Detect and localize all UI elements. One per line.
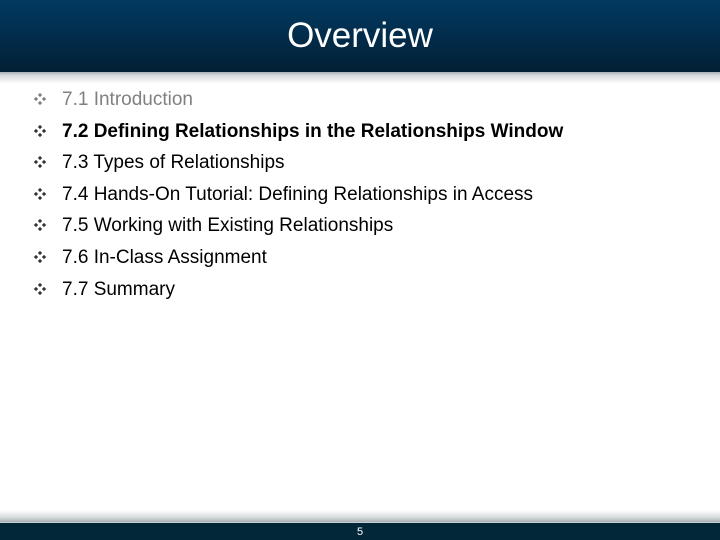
four-diamond-bullet-icon	[34, 251, 46, 263]
agenda-item-label: 7.4 Hands-On Tutorial: Defining Relation…	[62, 184, 534, 205]
agenda-item-label: 7.7 Summary	[62, 279, 175, 300]
agenda-item: 7.1 Introduction	[0, 84, 720, 114]
four-diamond-bullet-icon	[34, 219, 46, 231]
agenda-item: 7.7 Summary	[0, 274, 720, 304]
agenda-item-label: 7.5 Working with Existing Relationships	[62, 215, 394, 236]
agenda-item: 7.5 Working with Existing Relationships	[0, 210, 720, 240]
agenda-item: 7.6 In-Class Assignment	[0, 242, 720, 272]
agenda-item: 7.2 Defining Relationships in the Relati…	[0, 116, 720, 146]
agenda-item-label: 7.1 Introduction	[62, 89, 193, 110]
slide-footer: 5	[0, 522, 720, 540]
four-diamond-bullet-icon	[34, 156, 46, 168]
agenda-item-label: 7.2 Defining Relationships in the Relati…	[62, 121, 564, 142]
agenda-item-label: 7.6 In-Class Assignment	[62, 247, 267, 268]
agenda-item: 7.3 Types of Relationships	[0, 147, 720, 177]
footer-divider	[0, 510, 720, 522]
four-diamond-bullet-icon	[34, 125, 46, 137]
slide-title: Overview	[287, 16, 433, 55]
page-number: 5	[356, 526, 364, 538]
four-diamond-bullet-icon	[34, 283, 46, 295]
agenda-item: 7.4 Hands-On Tutorial: Defining Relation…	[0, 179, 720, 209]
four-diamond-bullet-icon	[34, 188, 46, 200]
four-diamond-bullet-icon	[34, 93, 46, 105]
slide-header: Overview	[0, 0, 720, 72]
agenda-item-label: 7.3 Types of Relationships	[62, 152, 285, 173]
header-divider	[0, 72, 720, 84]
